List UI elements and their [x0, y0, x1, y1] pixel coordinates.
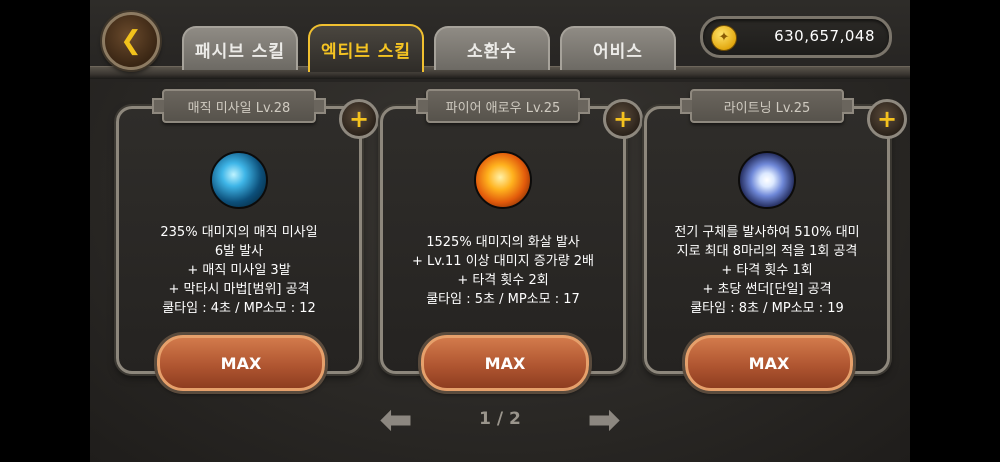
- skill-description: 1525% 대미지의 화살 발사 + Lv.11 이상 대미지 증가량 2배 +…: [393, 233, 613, 309]
- tab-active-skill[interactable]: 엑티브 스킬: [308, 24, 424, 72]
- desc-line: 1525% 대미지의 화살 발사: [426, 235, 580, 250]
- tab-passive-skill[interactable]: 패시브 스킬: [182, 26, 298, 70]
- game-screen: ❮ 패시브 스킬 엑티브 스킬 소환수 어비스 ✦ 630,657,048 매직…: [90, 0, 910, 462]
- max-button[interactable]: MAX: [685, 335, 853, 391]
- desc-line: + 타격 횟수 1회: [721, 263, 813, 278]
- desc-line: + Lv.11 이상 대미지 증가량 2배: [411, 254, 595, 269]
- lightning-skill-icon: [738, 151, 796, 209]
- page-indicator: 1 / 2: [479, 409, 521, 429]
- skill-description: 235% 대미지의 매직 미사일 6발 발사 + 매직 미사일 3발 + 막타시…: [129, 223, 349, 318]
- right-arrow-icon: ➡: [587, 397, 621, 443]
- tab-label: 어비스: [593, 41, 643, 62]
- next-page-button[interactable]: ➡: [582, 400, 626, 440]
- fire-arrow-skill-icon: [474, 151, 532, 209]
- back-arrow-icon: ❮: [120, 26, 142, 56]
- plus-icon: +: [876, 105, 898, 133]
- skill-title-text: 매직 미사일 Lv.28: [187, 100, 291, 116]
- upgrade-plus-button[interactable]: +: [603, 99, 643, 139]
- desc-line: + 매직 미사일 3발: [187, 263, 291, 278]
- desc-line: 쿨타임 : 8초 / MP소모 : 19: [690, 301, 844, 316]
- magic-missile-skill-icon: [210, 151, 268, 209]
- desc-line: 쿨타임 : 5초 / MP소모 : 17: [426, 292, 580, 307]
- tab-label: 소환수: [467, 41, 517, 62]
- left-arrow-icon: ⬅: [379, 397, 413, 443]
- upgrade-plus-button[interactable]: +: [339, 99, 379, 139]
- desc-line: + 초당 썬더[단일] 공격: [702, 282, 832, 297]
- plus-icon: +: [348, 105, 370, 133]
- desc-line: 쿨타임 : 4초 / MP소모 : 12: [162, 301, 316, 316]
- tab-label: 패시브 스킬: [194, 41, 286, 62]
- skill-description: 전기 구체를 발사하여 510% 대미 지로 최대 8마리의 적을 1회 공격 …: [657, 223, 877, 318]
- desc-line: 235% 대미지의 매직 미사일: [160, 225, 318, 240]
- upgrade-plus-button[interactable]: +: [867, 99, 907, 139]
- max-button[interactable]: MAX: [157, 335, 325, 391]
- max-label: MAX: [220, 353, 262, 373]
- skill-card-fire-arrow: 파이어 애로우 Lv.25 + 1525% 대미지의 화살 발사 + Lv.11…: [380, 89, 643, 391]
- prev-page-button[interactable]: ⬅: [374, 400, 418, 440]
- skill-card-lightning: 라이트닝 Lv.25 + 전기 구체를 발사하여 510% 대미 지로 최대 8…: [644, 89, 907, 391]
- desc-line: 전기 구체를 발사하여 510% 대미: [674, 225, 860, 240]
- skill-title-text: 파이어 애로우 Lv.25: [445, 100, 561, 116]
- desc-line: 6발 발사: [214, 244, 264, 259]
- skill-card-magic-missile: 매직 미사일 Lv.28 + 235% 대미지의 매직 미사일 6발 발사 + …: [116, 89, 379, 391]
- plus-icon: +: [612, 105, 634, 133]
- gold-counter: ✦ 630,657,048: [700, 16, 892, 58]
- desc-line: 지로 최대 8마리의 적을 1회 공격: [676, 244, 858, 259]
- gold-amount: 630,657,048: [774, 27, 875, 45]
- pagination: ⬅ 1 / 2 ➡: [90, 400, 910, 443]
- skill-title: 라이트닝 Lv.25: [680, 89, 854, 123]
- max-label: MAX: [748, 353, 790, 373]
- max-button[interactable]: MAX: [421, 335, 589, 391]
- back-button[interactable]: ❮: [102, 12, 160, 70]
- skill-title-text: 라이트닝 Lv.25: [723, 100, 811, 116]
- desc-line: + 막타시 마법[범위] 공격: [168, 282, 310, 297]
- desc-line: + 타격 횟수 2회: [457, 273, 549, 288]
- max-label: MAX: [484, 353, 526, 373]
- skill-title: 매직 미사일 Lv.28: [152, 89, 326, 123]
- tab-label: 엑티브 스킬: [320, 41, 412, 62]
- tab-summon[interactable]: 소환수: [434, 26, 550, 70]
- gold-coin-icon: ✦: [711, 25, 737, 51]
- skill-title: 파이어 애로우 Lv.25: [416, 89, 590, 123]
- tab-abyss[interactable]: 어비스: [560, 26, 676, 70]
